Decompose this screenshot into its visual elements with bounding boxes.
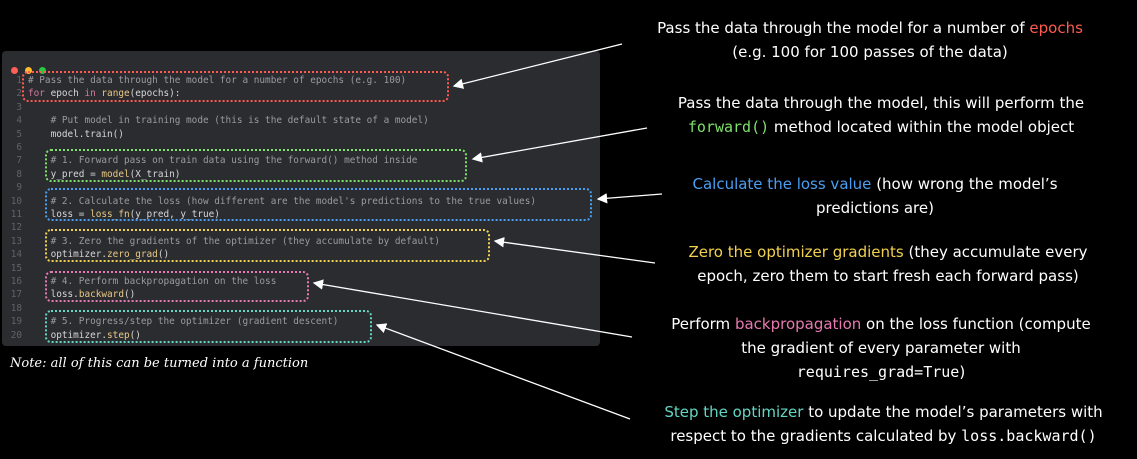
backprop-annotation-close: ) (959, 363, 966, 381)
loss-highlight-text: Calculate the loss value (692, 175, 872, 193)
forward-annotation-line1: Pass the data through the model, this wi… (677, 94, 1085, 112)
arrows-layer (312, 43, 663, 420)
backprop-annotation-text: on the loss function (compute (861, 315, 1091, 333)
zero-grad-annotation-text: (they accumulate every (903, 243, 1088, 261)
zero-grad-highlight-text: Zero the optimizer gradients (688, 243, 904, 261)
epochs-annotation-line2: (e.g. 100 for 100 passes of the data) (732, 43, 1008, 61)
step-annotation: Step the optimizer to update the model’s… (630, 400, 1137, 448)
loss-annotation-text: (how wrong the model’s (871, 175, 1058, 193)
zero-grad-annotation-line2: epoch, zero them to start fresh each for… (697, 267, 1079, 285)
backward-arrow (312, 279, 633, 338)
loss-annotation-line2: predictions are) (816, 199, 934, 217)
epochs-arrow (452, 43, 623, 89)
epochs-annotation-text: Pass the data through the model for a nu… (657, 19, 1030, 37)
forward-annotation: Pass the data through the model, this wi… (636, 91, 1126, 139)
forward-annotation-suffix: method located within the model object (769, 118, 1075, 136)
forward-code-text: forward() (687, 118, 770, 136)
loss-annotation: Calculate the loss value (how wrong the … (640, 172, 1110, 220)
step-arrow (375, 323, 631, 420)
backprop-annotation-line2: the gradient of every parameter with (741, 339, 1021, 357)
step-annotation-text: to update the model’s parameters with (803, 403, 1103, 421)
backprop-annotation: Perform backpropagation on the loss func… (626, 312, 1136, 384)
step-highlight-text: Step the optimizer (664, 403, 804, 421)
epochs-highlight-text: epochs (1029, 19, 1083, 37)
step-annotation-line2: respect to the gradients calculated by (670, 427, 962, 445)
epochs-annotation: Pass the data through the model for a nu… (612, 16, 1128, 64)
footnote: Note: all of this can be turned into a f… (10, 356, 309, 371)
forward-arrow (471, 127, 648, 163)
zero-grad-arrow (493, 237, 656, 264)
loss-backward-code-text: loss.backward() (961, 427, 1097, 445)
backprop-annotation-prefix: Perform (671, 315, 735, 333)
backprop-highlight-text: backpropagation (734, 315, 862, 333)
zero-grad-annotation: Zero the optimizer gradients (they accum… (640, 240, 1136, 288)
requires-grad-code-text: requires_grad=True (796, 363, 960, 381)
